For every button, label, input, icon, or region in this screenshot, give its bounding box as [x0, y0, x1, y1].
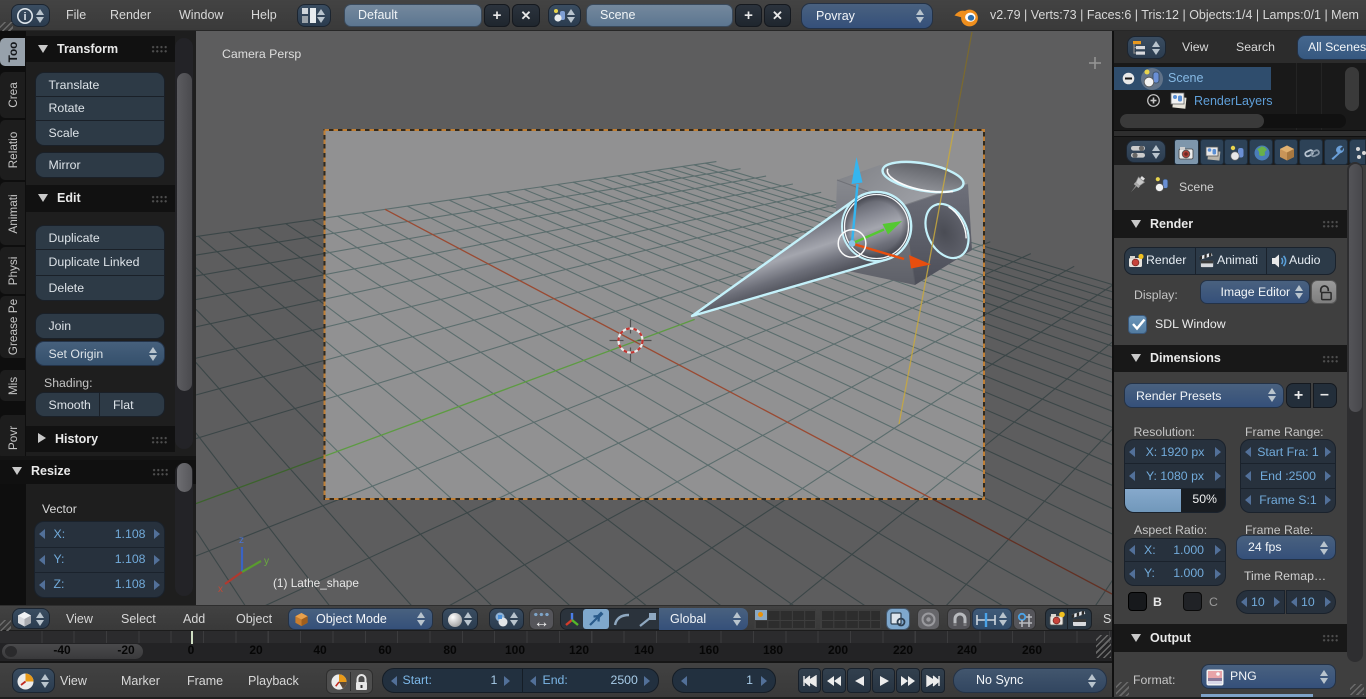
svg-text:y: y: [264, 556, 269, 567]
svg-text:i: i: [23, 11, 26, 23]
svg-text:Camera Persp: Camera Persp: [222, 47, 301, 61]
svg-text:x: x: [218, 584, 223, 595]
svg-text:(1) Lathe_shape: (1) Lathe_shape: [273, 576, 359, 590]
svg-text:z: z: [239, 535, 244, 546]
